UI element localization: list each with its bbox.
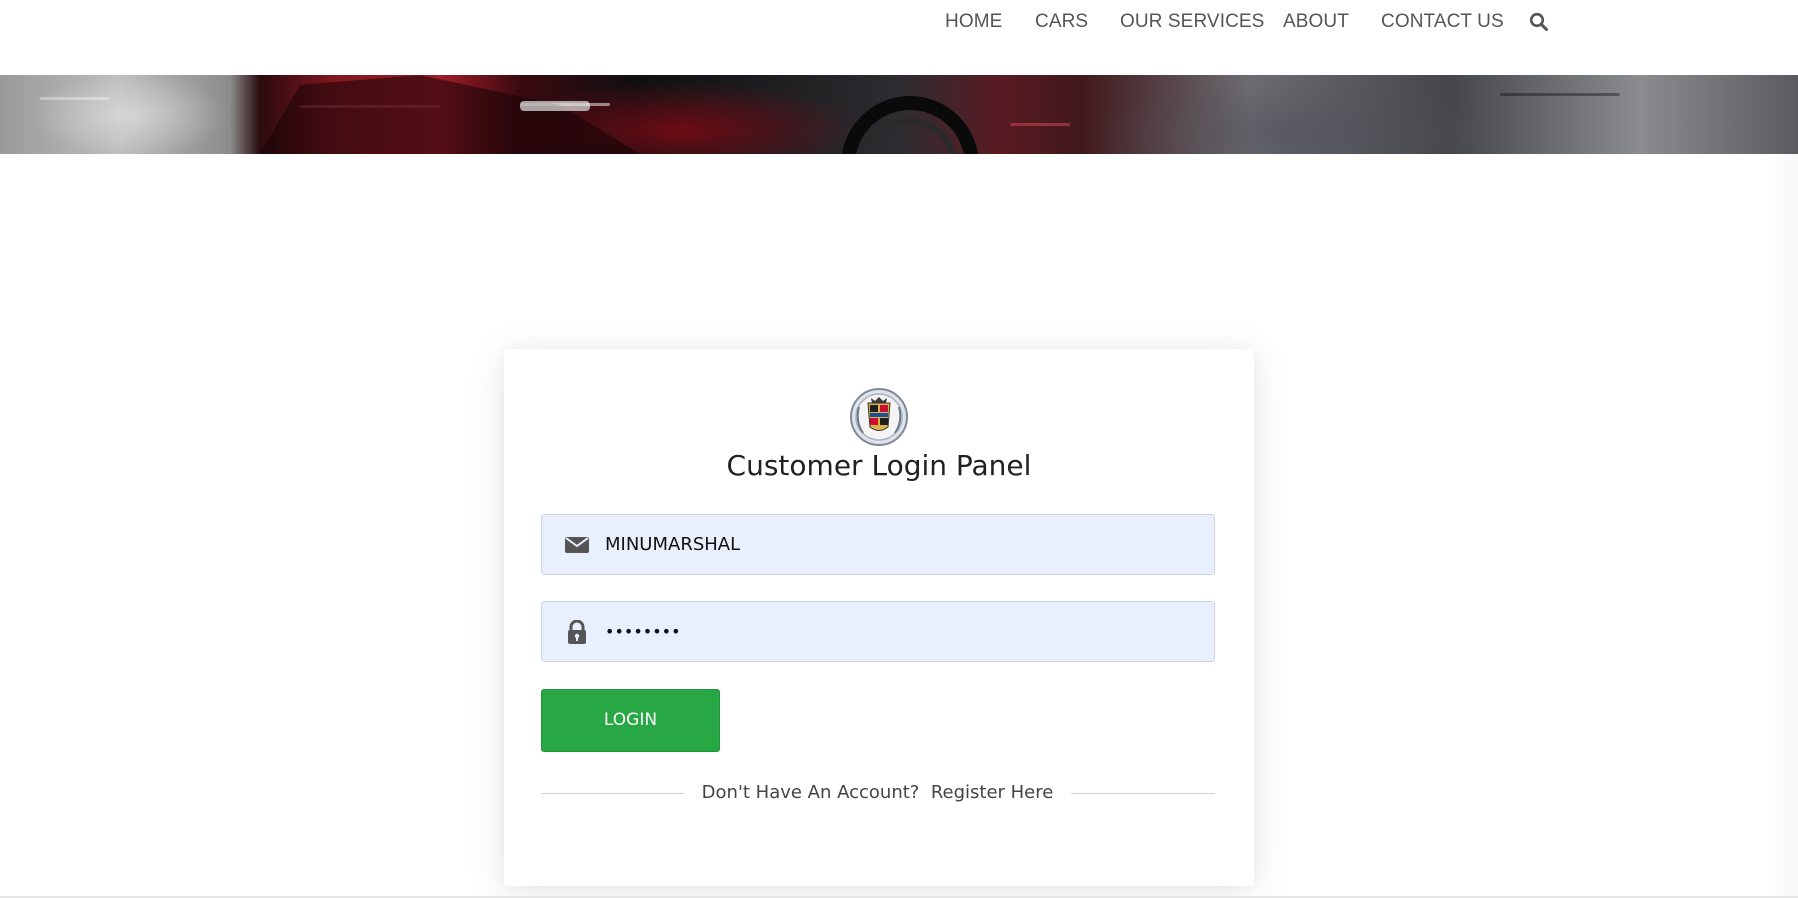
- register-prompt-text: Don't Have An Account?: [701, 782, 920, 803]
- nav-our-services[interactable]: OUR SERVICES: [1120, 10, 1264, 34]
- search-icon[interactable]: [1529, 12, 1549, 32]
- page: HOME CARS OUR SERVICES ABOUT CONTACT US: [0, 0, 1798, 898]
- cadillac-crest-logo: [849, 387, 909, 447]
- envelope-icon: [564, 533, 590, 557]
- nav-cars[interactable]: CARS: [1035, 10, 1088, 34]
- divider-right: [1071, 793, 1215, 794]
- username-input[interactable]: [605, 515, 1195, 574]
- register-prompt-row: Don't Have An Account? Register Here: [684, 781, 1071, 805]
- username-field[interactable]: [541, 514, 1215, 575]
- page-edge-shadow: [1768, 154, 1798, 898]
- password-input[interactable]: [605, 602, 1195, 661]
- divider-left: [541, 793, 684, 794]
- login-button[interactable]: LOGIN: [541, 689, 720, 752]
- nav-home[interactable]: HOME: [945, 10, 1002, 34]
- hero-banner-image: [0, 75, 1798, 154]
- top-navbar: HOME CARS OUR SERVICES ABOUT CONTACT US: [0, 0, 1798, 75]
- lock-icon: [564, 619, 590, 644]
- login-panel-title: Customer Login Panel: [726, 449, 1032, 482]
- register-here-link[interactable]: Register Here: [931, 782, 1054, 803]
- password-field[interactable]: [541, 601, 1215, 662]
- nav-about[interactable]: ABOUT: [1283, 10, 1349, 34]
- nav-contact-us[interactable]: CONTACT US: [1381, 10, 1504, 34]
- login-card: Customer Login Panel MINUMARSHAL •••••••…: [504, 349, 1254, 886]
